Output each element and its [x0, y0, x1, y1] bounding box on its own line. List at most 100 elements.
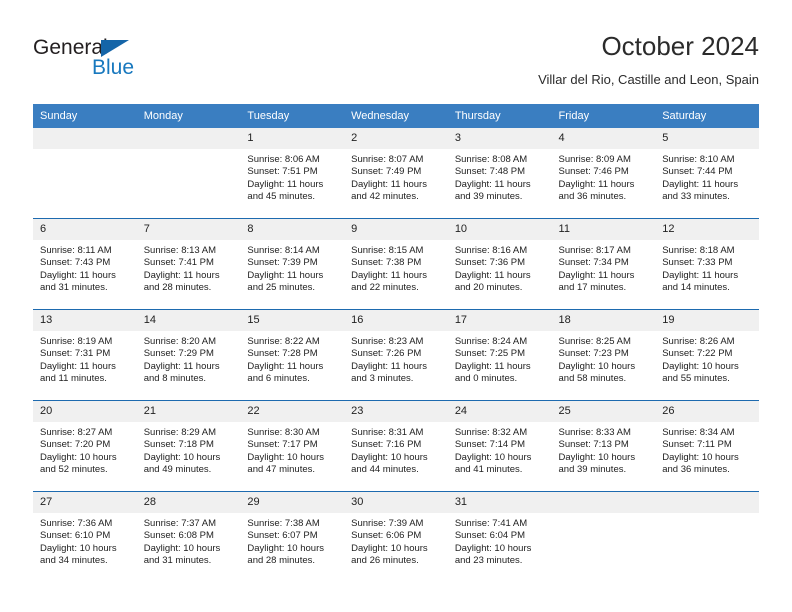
day-cell[interactable]: 12 Sunrise: 8:18 AM Sunset: 7:33 PM Dayl… [655, 218, 759, 310]
day-number [136, 128, 241, 149]
daylight-text-line1: Daylight: 10 hours [40, 451, 117, 463]
day-cell-empty [655, 491, 759, 582]
daylight-text-line2: and 36 minutes. [558, 191, 627, 203]
daylight-text-line2: and 49 minutes. [143, 464, 212, 476]
day-details: Sunrise: 8:07 AM Sunset: 7:49 PM Dayligh… [344, 149, 448, 204]
day-number: 1 [240, 128, 345, 149]
day-cell[interactable]: 26 Sunrise: 8:34 AM Sunset: 7:11 PM Dayl… [655, 400, 759, 492]
daylight-text-line1: Daylight: 11 hours [351, 269, 427, 281]
day-cell[interactable]: 15 Sunrise: 8:22 AM Sunset: 7:28 PM Dayl… [240, 309, 345, 401]
day-details: Sunrise: 8:33 AM Sunset: 7:13 PM Dayligh… [552, 422, 656, 477]
day-cell[interactable]: 14 Sunrise: 8:20 AM Sunset: 7:29 PM Dayl… [136, 309, 241, 401]
sunrise-text: Sunrise: 7:39 AM [351, 518, 424, 529]
day-cell[interactable]: 25 Sunrise: 8:33 AM Sunset: 7:13 PM Dayl… [551, 400, 656, 492]
daylight-text-line2: and 3 minutes. [351, 373, 414, 385]
day-details: Sunrise: 7:38 AM Sunset: 6:07 PM Dayligh… [240, 513, 344, 568]
daylight-text-line1: Daylight: 11 hours [40, 360, 116, 372]
sunrise-text: Sunrise: 8:32 AM [454, 427, 528, 438]
day-details: Sunrise: 8:13 AM Sunset: 7:41 PM Dayligh… [137, 240, 241, 295]
daylight-text-line2: and 14 minutes. [662, 282, 730, 294]
day-cell[interactable]: 9 Sunrise: 8:15 AM Sunset: 7:38 PM Dayli… [344, 218, 448, 310]
daylight-text-line1: Daylight: 10 hours [662, 451, 739, 463]
day-cell[interactable]: 21 Sunrise: 8:29 AM Sunset: 7:18 PM Dayl… [136, 400, 241, 492]
sunrise-text: Sunrise: 8:19 AM [40, 336, 113, 347]
day-cell[interactable]: 13 Sunrise: 8:19 AM Sunset: 7:31 PM Dayl… [33, 309, 137, 401]
weekday-header-sunday: Sunday [33, 104, 137, 128]
sunset-text: Sunset: 7:23 PM [558, 348, 629, 360]
day-cell[interactable]: 20 Sunrise: 8:27 AM Sunset: 7:20 PM Dayl… [33, 400, 137, 492]
day-cell[interactable]: 7 Sunrise: 8:13 AM Sunset: 7:41 PM Dayli… [136, 218, 241, 310]
day-details: Sunrise: 8:06 AM Sunset: 7:51 PM Dayligh… [240, 149, 344, 204]
day-cell-empty [551, 491, 656, 582]
daylight-text-line2: and 17 minutes. [558, 282, 627, 294]
sunset-text: Sunset: 7:33 PM [662, 257, 733, 269]
sunrise-text: Sunrise: 8:29 AM [143, 427, 217, 438]
day-cell[interactable]: 10 Sunrise: 8:16 AM Sunset: 7:36 PM Dayl… [447, 218, 552, 310]
day-details: Sunrise: 7:36 AM Sunset: 6:10 PM Dayligh… [33, 513, 137, 568]
daylight-text-line2: and 0 minutes. [454, 373, 518, 385]
day-number: 30 [344, 492, 448, 513]
day-cell[interactable]: 6 Sunrise: 8:11 AM Sunset: 7:43 PM Dayli… [33, 218, 137, 310]
day-cell[interactable]: 27 Sunrise: 7:36 AM Sunset: 6:10 PM Dayl… [33, 491, 137, 582]
title-block: October 2024 Villar del Rio, Castille an… [538, 30, 759, 89]
day-cell[interactable]: 29 Sunrise: 7:38 AM Sunset: 6:07 PM Dayl… [240, 491, 345, 582]
day-details: Sunrise: 7:39 AM Sunset: 6:06 PM Dayligh… [344, 513, 448, 568]
day-details: Sunrise: 8:27 AM Sunset: 7:20 PM Dayligh… [33, 422, 137, 477]
day-cell[interactable]: 5 Sunrise: 8:10 AM Sunset: 7:44 PM Dayli… [655, 128, 759, 219]
weekday-header-row: Sunday Monday Tuesday Wednesday Thursday… [33, 104, 759, 128]
day-cell[interactable]: 31 Sunrise: 7:41 AM Sunset: 6:04 PM Dayl… [447, 491, 552, 582]
week-row: 20 Sunrise: 8:27 AM Sunset: 7:20 PM Dayl… [33, 400, 759, 492]
day-cell[interactable]: 19 Sunrise: 8:26 AM Sunset: 7:22 PM Dayl… [655, 309, 759, 401]
sunrise-text: Sunrise: 8:14 AM [247, 245, 320, 256]
day-cell[interactable]: 30 Sunrise: 7:39 AM Sunset: 6:06 PM Dayl… [344, 491, 448, 582]
day-cell[interactable]: 16 Sunrise: 8:23 AM Sunset: 7:26 PM Dayl… [344, 309, 448, 401]
day-cell[interactable]: 24 Sunrise: 8:32 AM Sunset: 7:14 PM Dayl… [447, 400, 552, 492]
day-number: 10 [447, 219, 552, 240]
day-cell[interactable]: 3 Sunrise: 8:08 AM Sunset: 7:48 PM Dayli… [447, 128, 552, 219]
day-cell[interactable]: 22 Sunrise: 8:30 AM Sunset: 7:17 PM Dayl… [240, 400, 345, 492]
sunrise-text: Sunrise: 7:36 AM [40, 518, 113, 529]
day-number: 7 [136, 219, 241, 240]
page-header: General Blue October 2024 Villar del Rio… [33, 30, 759, 98]
daylight-text-line1: Daylight: 11 hours [143, 360, 220, 372]
sunset-text: Sunset: 6:06 PM [351, 530, 422, 542]
daylight-text-line1: Daylight: 10 hours [454, 542, 532, 554]
day-cell[interactable]: 2 Sunrise: 8:07 AM Sunset: 7:49 PM Dayli… [344, 128, 448, 219]
daylight-text-line1: Daylight: 10 hours [143, 542, 221, 554]
daylight-text-line1: Daylight: 10 hours [558, 451, 636, 463]
daylight-text-line1: Daylight: 11 hours [454, 178, 531, 190]
day-details: Sunrise: 8:16 AM Sunset: 7:36 PM Dayligh… [448, 240, 552, 295]
weekday-header-tuesday: Tuesday [240, 104, 345, 128]
daylight-text-line2: and 28 minutes. [143, 282, 212, 294]
day-cell[interactable]: 1 Sunrise: 8:06 AM Sunset: 7:51 PM Dayli… [240, 128, 345, 219]
general-blue-logo: General Blue [33, 36, 253, 92]
day-details: Sunrise: 8:32 AM Sunset: 7:14 PM Dayligh… [448, 422, 552, 477]
weekday-header-monday: Monday [136, 104, 241, 128]
day-number: 23 [344, 401, 448, 422]
daylight-text-line1: Daylight: 11 hours [351, 178, 427, 190]
daylight-text-line2: and 6 minutes. [247, 373, 310, 385]
sunrise-text: Sunrise: 8:11 AM [40, 245, 112, 256]
sunset-text: Sunset: 7:16 PM [351, 439, 422, 451]
day-cell[interactable]: 4 Sunrise: 8:09 AM Sunset: 7:46 PM Dayli… [551, 128, 656, 219]
day-cell[interactable]: 17 Sunrise: 8:24 AM Sunset: 7:25 PM Dayl… [447, 309, 552, 401]
week-row: 6 Sunrise: 8:11 AM Sunset: 7:43 PM Dayli… [33, 218, 759, 310]
day-number: 4 [551, 128, 656, 149]
day-number: 15 [240, 310, 345, 331]
daylight-text-line2: and 22 minutes. [351, 282, 419, 294]
day-cell[interactable]: 28 Sunrise: 7:37 AM Sunset: 6:08 PM Dayl… [136, 491, 241, 582]
sunrise-text: Sunrise: 8:23 AM [351, 336, 424, 347]
day-cell[interactable]: 18 Sunrise: 8:25 AM Sunset: 7:23 PM Dayl… [551, 309, 656, 401]
sunset-text: Sunset: 6:04 PM [454, 530, 526, 542]
logo-triangle-icon [101, 40, 129, 57]
day-cell[interactable]: 23 Sunrise: 8:31 AM Sunset: 7:16 PM Dayl… [344, 400, 448, 492]
day-details: Sunrise: 8:14 AM Sunset: 7:39 PM Dayligh… [240, 240, 344, 295]
day-number: 3 [447, 128, 552, 149]
sunset-text: Sunset: 7:17 PM [247, 439, 318, 451]
day-number [551, 492, 656, 513]
day-number: 11 [551, 219, 656, 240]
day-cell[interactable]: 8 Sunrise: 8:14 AM Sunset: 7:39 PM Dayli… [240, 218, 345, 310]
weekday-header-saturday: Saturday [655, 104, 759, 128]
day-cell[interactable]: 11 Sunrise: 8:17 AM Sunset: 7:34 PM Dayl… [551, 218, 656, 310]
sunset-text: Sunset: 7:31 PM [40, 348, 111, 360]
